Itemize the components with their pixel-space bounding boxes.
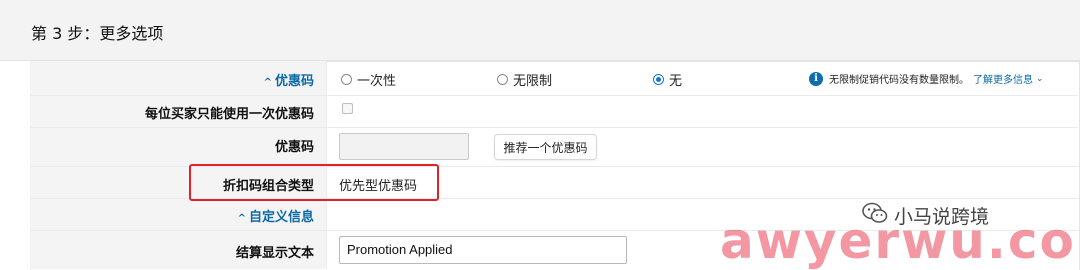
- one-per-buyer-label: 每位买家只能使用一次优惠码: [144, 107, 314, 122]
- caret-up-icon: ^: [237, 213, 246, 224]
- learn-more-link[interactable]: 了解更多信息: [973, 71, 1033, 86]
- custom-info-toggle[interactable]: ^ 自定义信息: [238, 206, 314, 225]
- checkout-text-label: 结算显示文本: [235, 246, 314, 261]
- watermark-text: awyerwu.com: [720, 212, 1080, 270]
- info-icon: i: [809, 71, 823, 86]
- suggest-coupon-button[interactable]: 推荐一个优惠码: [494, 134, 597, 160]
- row-divider: [30, 127, 1078, 128]
- coupon-code-label: 优惠码: [274, 140, 314, 155]
- chevron-down-icon[interactable]: ⌄: [1036, 74, 1044, 84]
- radio-one-time-label: 一次性: [357, 74, 397, 89]
- coupon-section-toggle[interactable]: ^ 优惠码: [264, 70, 314, 89]
- radio-one-time[interactable]: 一次性: [341, 70, 396, 89]
- radio-circle-icon: [497, 74, 508, 85]
- radio-circle-icon: [341, 74, 352, 85]
- checkout-text-input[interactable]: Promotion Applied: [339, 236, 627, 264]
- radio-selected-icon: [653, 74, 664, 85]
- radio-unlimited-label: 无限制: [513, 74, 553, 89]
- info-note: i 无限制促销代码没有数量限制。 了解更多信息 ⌄: [809, 71, 1044, 86]
- one-per-buyer-checkbox[interactable]: [342, 103, 353, 114]
- row-divider: [30, 198, 1078, 199]
- info-text: 无限制促销代码没有数量限制。: [829, 75, 969, 86]
- coupon-section-label: 优惠码: [274, 74, 314, 89]
- custom-info-label: 自定义信息: [248, 210, 314, 225]
- red-highlight-box: [189, 164, 439, 201]
- radio-unlimited[interactable]: 无限制: [497, 70, 552, 89]
- step-header: 第 3 步：更多选项: [0, 0, 1080, 61]
- caret-up-icon: ^: [263, 77, 272, 88]
- row-divider: [30, 95, 1078, 96]
- row-divider: [30, 166, 1078, 167]
- radio-none-label: 无: [669, 74, 683, 89]
- radio-none[interactable]: 无: [653, 70, 682, 89]
- coupon-code-input[interactable]: [339, 133, 469, 160]
- step-title: 第 3 步：更多选项: [31, 24, 164, 43]
